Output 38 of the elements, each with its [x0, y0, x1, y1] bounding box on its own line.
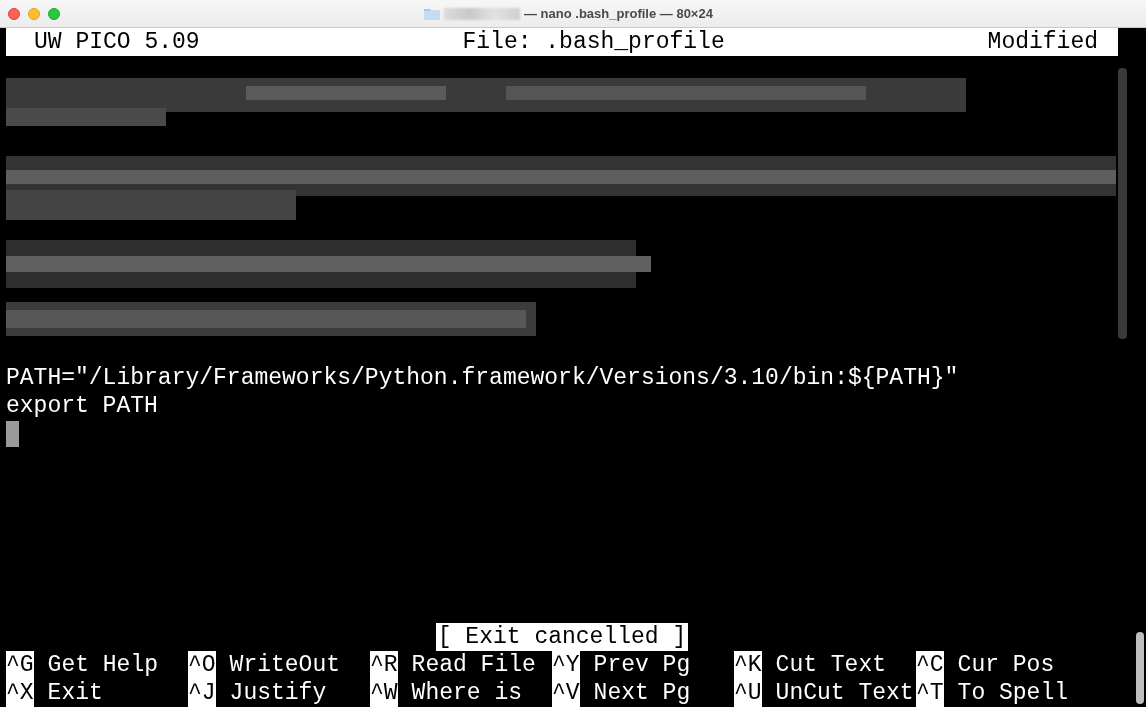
shortcut-key: ^W: [370, 679, 398, 707]
shortcut-label: Cut Text: [774, 651, 887, 679]
shortcut-label: Justify: [228, 679, 327, 707]
shortcut-label: Read File: [410, 651, 536, 679]
shortcut-key: ^V: [552, 679, 580, 707]
shortcut-label: Next Pg: [592, 679, 691, 707]
minimize-button[interactable]: [28, 7, 40, 20]
shortcut-key: ^T: [916, 679, 944, 707]
shortcut-label: Where is: [410, 679, 523, 707]
shortcut-key: ^K: [734, 651, 762, 679]
modified-status: Modified: [987, 28, 1099, 56]
shortcut-label: To Spell: [956, 679, 1069, 707]
code-line: export PATH: [6, 392, 158, 420]
shortcut-key: ^G: [6, 651, 34, 679]
window-title: — nano .bash_profile — 80×24: [524, 6, 713, 21]
shortcut-label: Cur Pos: [956, 651, 1055, 679]
shortcut-label: UnCut Text: [774, 679, 914, 707]
shortcut-key: ^Y: [552, 651, 580, 679]
shortcut-key: ^J: [188, 679, 216, 707]
code-line: PATH="/Library/Frameworks/Python.framework/Versions/3.10/bin:${PATH}": [6, 364, 959, 392]
zoom-button[interactable]: [48, 7, 60, 20]
file-name: File: .bash_profile: [462, 28, 725, 56]
shortcut-label: Get Help: [46, 651, 159, 679]
status-message: [ Exit cancelled ]: [435, 623, 689, 651]
shortcut-key: ^O: [188, 651, 216, 679]
shortcut-label: Prev Pg: [592, 651, 691, 679]
text-cursor: [6, 421, 19, 447]
folder-icon: [424, 7, 440, 20]
app-version: UW PICO 5.09: [33, 28, 200, 56]
scroll-thumb[interactable]: [1118, 68, 1127, 339]
scroll-thumb[interactable]: [1136, 632, 1144, 704]
shortcut-key: ^R: [370, 651, 398, 679]
shortcut-label: Exit: [46, 679, 103, 707]
shortcut-key: ^C: [916, 651, 944, 679]
close-button[interactable]: [8, 7, 20, 20]
shortcut-label: WriteOut: [228, 651, 341, 679]
shortcut-key: ^X: [6, 679, 34, 707]
shortcut-key: ^U: [734, 679, 762, 707]
